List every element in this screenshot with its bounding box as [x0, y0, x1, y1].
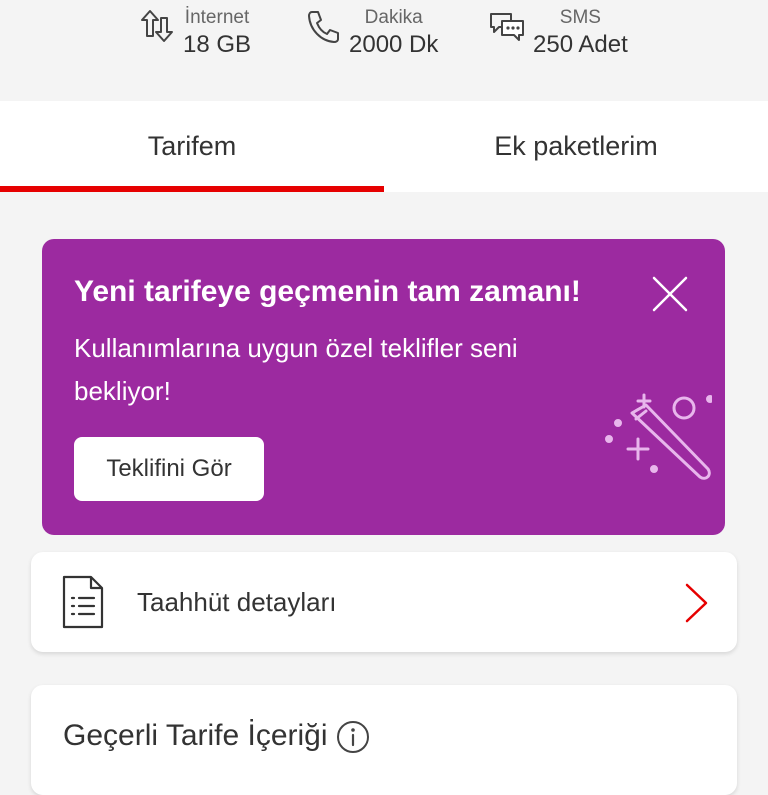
- usage-sms: SMS 250 Adet: [487, 6, 628, 60]
- see-offer-button[interactable]: Teklifini Gör: [74, 437, 264, 501]
- commitment-details-label: Taahhüt detayları: [137, 587, 337, 617]
- usage-internet-label: İnternet: [184, 7, 250, 28]
- usage-minutes-value: 2000 Dk: [349, 31, 439, 58]
- info-icon[interactable]: [336, 720, 370, 754]
- usage-minutes-label: Dakika: [364, 7, 423, 28]
- promo-description: Kullanımlarına uygun özel teklifler seni…: [74, 333, 518, 406]
- close-icon[interactable]: [650, 274, 690, 314]
- usage-internet-value: 18 GB: [183, 31, 252, 58]
- usage-sms-value: 250 Adet: [533, 31, 628, 58]
- document-icon: [62, 575, 104, 629]
- chevron-right-icon: [685, 583, 708, 623]
- usage-summary: İnternet 18 GB Dakika 2000 Dk SMS 250 Ad…: [0, 0, 768, 100]
- usage-internet: İnternet 18 GB: [137, 6, 251, 60]
- data-transfer-icon: [141, 10, 173, 42]
- usage-sms-label: SMS: [559, 7, 601, 28]
- usage-minutes: Dakika 2000 Dk: [303, 6, 438, 60]
- commitment-details-card[interactable]: Taahhüt detayları: [31, 552, 737, 652]
- tariff-content-title: Geçerli Tarife İçeriği: [63, 719, 328, 752]
- tab-bar: Tarifem Ek paketlerim: [0, 101, 768, 192]
- promo-banner: Yeni tarifeye geçmenin tam zamanı! Kulla…: [42, 239, 725, 535]
- promo-title: Yeni tarifeye geçmenin tam zamanı!: [74, 275, 581, 308]
- chat-bubbles-icon: [490, 13, 524, 41]
- active-tab-indicator: [0, 186, 384, 192]
- tab-ek-paketlerim[interactable]: Ek paketlerim: [384, 101, 768, 192]
- tariff-content-card: Geçerli Tarife İçeriği: [31, 685, 737, 795]
- phone-icon: [308, 11, 339, 43]
- tab-tarifem[interactable]: Tarifem: [0, 101, 384, 192]
- magic-wand-icon: [605, 393, 712, 480]
